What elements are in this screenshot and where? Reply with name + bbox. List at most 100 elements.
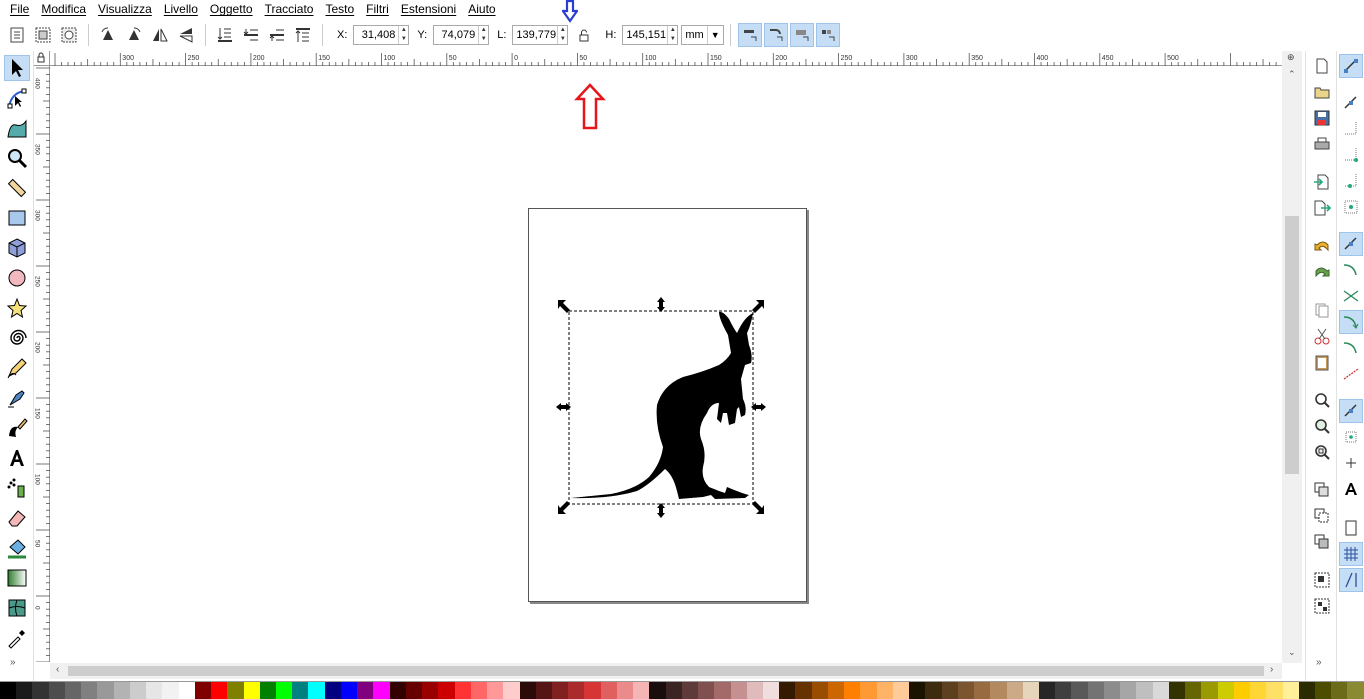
palette-swatch[interactable] [811,682,828,699]
height-value[interactable]: 145,151 [623,29,667,41]
scroll-right-icon[interactable]: › [1270,664,1273,675]
palette-swatch[interactable] [1055,682,1072,699]
palette-swatch[interactable] [1347,682,1364,699]
raise-to-top-button[interactable] [291,23,315,47]
node-tool[interactable] [4,85,30,111]
snap-intersections-toggle[interactable] [1339,284,1363,308]
commands-overflow-icon[interactable]: » [1316,657,1322,668]
snap-grid-toggle[interactable] [1339,542,1363,566]
spray-tool[interactable] [4,475,30,501]
unit-select[interactable]: mm ▼ [681,25,724,45]
eraser-tool[interactable] [4,505,30,531]
scroll-up-icon[interactable]: ⌃ [1288,69,1296,80]
clone-button[interactable] [1310,504,1334,528]
palette-swatch[interactable] [941,682,958,699]
new-document-button[interactable] [1310,54,1334,78]
palette-swatch[interactable] [1233,682,1251,699]
x-value[interactable]: 31,408 [354,29,398,41]
x-field[interactable]: 31,408 ▲ ▼ [353,25,410,45]
zoom-selection-button[interactable] [1310,388,1334,412]
text-tool[interactable] [4,445,30,471]
transform-patterns-toggle[interactable] [815,23,840,47]
palette-swatch[interactable] [1331,682,1348,699]
palette-swatch[interactable] [779,682,796,699]
palette-swatch[interactable] [324,682,341,699]
snap-cusp-nodes-toggle[interactable] [1339,310,1363,334]
palette-swatch[interactable] [211,682,228,699]
palette-swatch[interactable] [795,682,812,699]
canvas[interactable] [51,67,1281,663]
undo-button[interactable] [1310,234,1334,258]
palette-swatch[interactable] [243,682,260,699]
calligraphy-tool[interactable] [4,415,30,441]
palette-swatch[interactable] [746,682,764,699]
palette-swatch[interactable] [600,682,617,699]
palette-swatch[interactable] [763,682,780,699]
palette-swatch[interactable] [0,682,17,699]
palette-swatch[interactable] [129,682,147,699]
snap-object-centers-toggle[interactable] [1339,425,1363,449]
palette-swatch[interactable] [113,682,130,699]
palette-swatch[interactable] [876,682,893,699]
menu-aiuto[interactable]: Aiuto [462,0,501,19]
snap-nodes-toggle[interactable] [1339,232,1363,256]
star-tool[interactable] [4,295,30,321]
palette-swatch[interactable] [292,682,309,699]
palette-swatch[interactable] [340,682,358,699]
snap-bbox-corner-toggle[interactable] [1339,143,1363,167]
cut-button[interactable] [1310,324,1334,348]
flip-horizontal-button[interactable] [148,23,172,47]
palette-swatch[interactable] [1136,682,1153,699]
menu-filtri[interactable]: Filtri [360,0,395,19]
palette-swatch[interactable] [714,682,731,699]
width-value[interactable]: 139,779 [513,29,557,41]
palette-swatch[interactable] [698,682,715,699]
menu-estensioni[interactable]: Estensioni [395,0,462,19]
palette-swatch[interactable] [162,682,179,699]
snap-rotation-center-toggle[interactable] [1339,451,1363,475]
open-button[interactable] [1310,80,1334,104]
snap-bbox-midpoint-toggle[interactable] [1339,169,1363,193]
palette-swatch[interactable] [1022,682,1039,699]
ellipse-tool[interactable] [4,265,30,291]
export-button[interactable] [1310,196,1334,220]
scroll-down-icon[interactable]: ⌄ [1288,647,1296,658]
scale-handle-se[interactable] [752,501,764,514]
palette-swatch[interactable] [1314,682,1332,699]
x-spinner[interactable]: ▲ ▼ [398,26,408,44]
palette-swatch[interactable] [925,682,942,699]
rotate-ccw-button[interactable] [96,23,120,47]
width-field[interactable]: 139,779 ▲ ▼ [512,25,569,45]
measure-tool[interactable] [4,175,30,201]
palette-swatch[interactable] [633,682,650,699]
palette-swatch[interactable] [194,682,212,699]
palette-swatch[interactable] [503,682,520,699]
horizontal-ruler[interactable]: 300 250 200 150 100 50 0 50 100 150 200 250 300 350 40… [50,51,1282,66]
palette-swatch[interactable] [308,682,325,699]
horizontal-scroll-thumb[interactable] [68,666,1264,676]
horizontal-scrollbar[interactable]: ‹ › [50,663,1282,679]
menu-modifica[interactable]: Modifica [35,0,92,19]
palette-swatch[interactable] [389,682,406,699]
y-value[interactable]: 74,079 [434,29,478,41]
palette-swatch[interactable] [64,682,82,699]
snap-paths-toggle[interactable] [1339,258,1363,282]
dropper-tool[interactable] [4,625,30,651]
snap-toggle[interactable] [1339,54,1363,78]
toolbox-overflow-icon[interactable]: » [10,657,16,668]
palette-swatch[interactable] [1168,682,1186,699]
print-button[interactable] [1310,132,1334,156]
select-all-layers-button[interactable] [31,23,55,47]
palette-swatch[interactable] [48,682,65,699]
palette-swatch[interactable] [827,682,845,699]
lower-button[interactable] [239,23,263,47]
unlink-clone-button[interactable] [1310,530,1334,554]
menu-visualizza[interactable]: Visualizza [92,0,158,19]
redo-button[interactable] [1310,260,1334,284]
snap-page-border-toggle[interactable] [1339,516,1363,540]
palette-swatch[interactable] [649,682,666,699]
palette-swatch[interactable] [454,682,471,699]
height-spinner[interactable]: ▲ ▼ [667,26,677,44]
lower-to-bottom-button[interactable] [213,23,237,47]
snap-guides-toggle[interactable] [1339,568,1363,592]
